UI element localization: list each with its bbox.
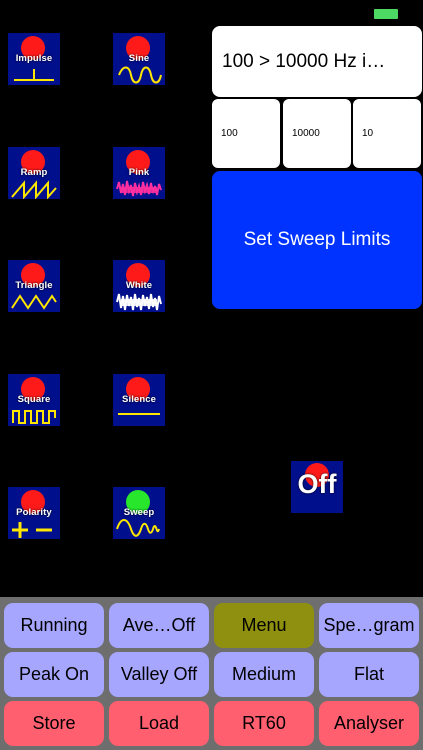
ramp-wave-icon bbox=[11, 180, 57, 199]
silence-icon bbox=[118, 413, 160, 415]
sine-wave-icon bbox=[118, 66, 162, 84]
sweep-end-field[interactable]: 10000 bbox=[283, 99, 351, 168]
generator-label: Sine bbox=[128, 53, 150, 64]
white-noise-icon bbox=[116, 293, 162, 311]
silence-generator-button[interactable]: Silence bbox=[113, 374, 165, 426]
output-toggle-label: Off bbox=[297, 469, 337, 499]
generator-label: Polarity bbox=[16, 507, 52, 518]
averaging-button[interactable]: Ave…Off bbox=[109, 603, 209, 648]
ramp-generator-button[interactable]: Ramp bbox=[8, 147, 60, 199]
pink-noise-icon bbox=[116, 180, 162, 197]
impulse-icon bbox=[14, 69, 54, 81]
pink-generator-button[interactable]: Pink bbox=[113, 147, 165, 199]
generator-label: Ramp bbox=[20, 167, 48, 178]
triangle-wave-icon bbox=[11, 294, 57, 310]
store-button[interactable]: Store bbox=[4, 701, 104, 746]
triangle-generator-button[interactable]: Triangle bbox=[8, 260, 60, 312]
generator-label: Pink bbox=[128, 167, 150, 178]
peak-button[interactable]: Peak On bbox=[4, 652, 104, 697]
white-generator-button[interactable]: White bbox=[113, 260, 165, 312]
set-sweep-limits-button[interactable]: Set Sweep Limits bbox=[212, 171, 422, 309]
running-button[interactable]: Running bbox=[4, 603, 104, 648]
sweep-start-field[interactable]: 100 bbox=[212, 99, 280, 168]
analyser-button[interactable]: Analyser bbox=[319, 701, 419, 746]
weighting-button[interactable]: Flat bbox=[319, 652, 419, 697]
generator-label: White bbox=[125, 280, 153, 291]
polarity-generator-button[interactable]: Polarity bbox=[8, 487, 60, 539]
generator-label: Sweep bbox=[123, 507, 155, 518]
square-wave-icon bbox=[12, 410, 56, 424]
sweep-wave-icon bbox=[116, 519, 160, 537]
generator-label: Triangle bbox=[15, 280, 53, 291]
sweep-generator-button[interactable]: Sweep bbox=[113, 487, 165, 539]
load-button[interactable]: Load bbox=[109, 701, 209, 746]
generator-label: Square bbox=[17, 394, 51, 405]
sweep-range-readout: 100 > 10000 Hz i… bbox=[212, 26, 422, 97]
rt60-button[interactable]: RT60 bbox=[214, 701, 314, 746]
sine-generator-button[interactable]: Sine bbox=[113, 33, 165, 85]
spectrogram-button[interactable]: Spe…gram bbox=[319, 603, 419, 648]
battery-icon bbox=[374, 9, 398, 19]
square-generator-button[interactable]: Square bbox=[8, 374, 60, 426]
speed-button[interactable]: Medium bbox=[214, 652, 314, 697]
sweep-duration-field[interactable]: 10 bbox=[353, 99, 421, 168]
impulse-generator-button[interactable]: Impulse bbox=[8, 33, 60, 85]
polarity-icon bbox=[12, 522, 52, 538]
generator-label: Silence bbox=[122, 394, 156, 405]
valley-button[interactable]: Valley Off bbox=[109, 652, 209, 697]
generator-label: Impulse bbox=[15, 53, 53, 64]
menu-button[interactable]: Menu bbox=[214, 603, 314, 648]
output-toggle-button[interactable]: Off bbox=[291, 461, 343, 513]
